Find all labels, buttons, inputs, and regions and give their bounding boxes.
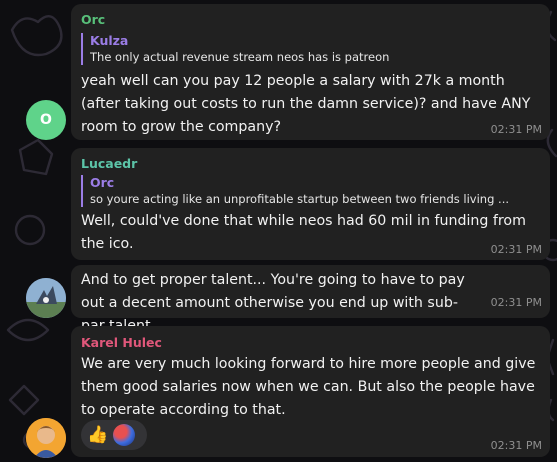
avatar-initial: O (40, 112, 52, 128)
reply-sender: Kulza (90, 33, 129, 48)
thumbs-up-reaction[interactable]: 👍 (87, 425, 108, 445)
reactions-bar[interactable]: 👍 (81, 420, 147, 450)
sender-name[interactable]: Lucaedr (81, 156, 137, 171)
sender-name[interactable]: Orc (81, 12, 105, 27)
avatar-karel-hulec[interactable] (26, 418, 66, 458)
message-time: 02:31 PM (490, 123, 542, 136)
message-text: Well, could've done that while neos had … (81, 213, 526, 252)
message-bubble[interactable]: And to get proper talent... You're going… (71, 265, 550, 334)
message-bubble[interactable]: Lucaedr Orc so youre acting like an unpr… (71, 148, 550, 260)
message-bubble[interactable]: Orc Kulza The only actual revenue stream… (71, 4, 550, 140)
reply-quote[interactable]: Orc so youre acting like an unprofitable… (81, 175, 540, 207)
avatar-lucaedr[interactable] (26, 278, 66, 318)
message-time: 02:31 PM (490, 296, 542, 309)
message-text: yeah well can you pay 12 people a salary… (81, 73, 531, 135)
message-time: 02:31 PM (490, 439, 542, 452)
reply-text: The only actual revenue stream neos has … (90, 50, 390, 64)
reply-sender: Orc (90, 175, 115, 190)
avatar-image (26, 278, 66, 318)
message-time: 02:31 PM (490, 243, 542, 256)
reply-quote[interactable]: Kulza The only actual revenue stream neo… (81, 33, 540, 65)
reactor-avatar (113, 424, 136, 446)
avatar-orc[interactable]: O (26, 100, 66, 140)
message-bubble[interactable]: Karel Hulec We are very much looking for… (71, 326, 550, 457)
reply-text: so youre acting like an unprofitable sta… (90, 192, 510, 206)
avatar-image (26, 418, 66, 458)
message-text: We are very much looking forward to hire… (81, 356, 536, 418)
sender-name[interactable]: Karel Hulec (81, 335, 162, 350)
